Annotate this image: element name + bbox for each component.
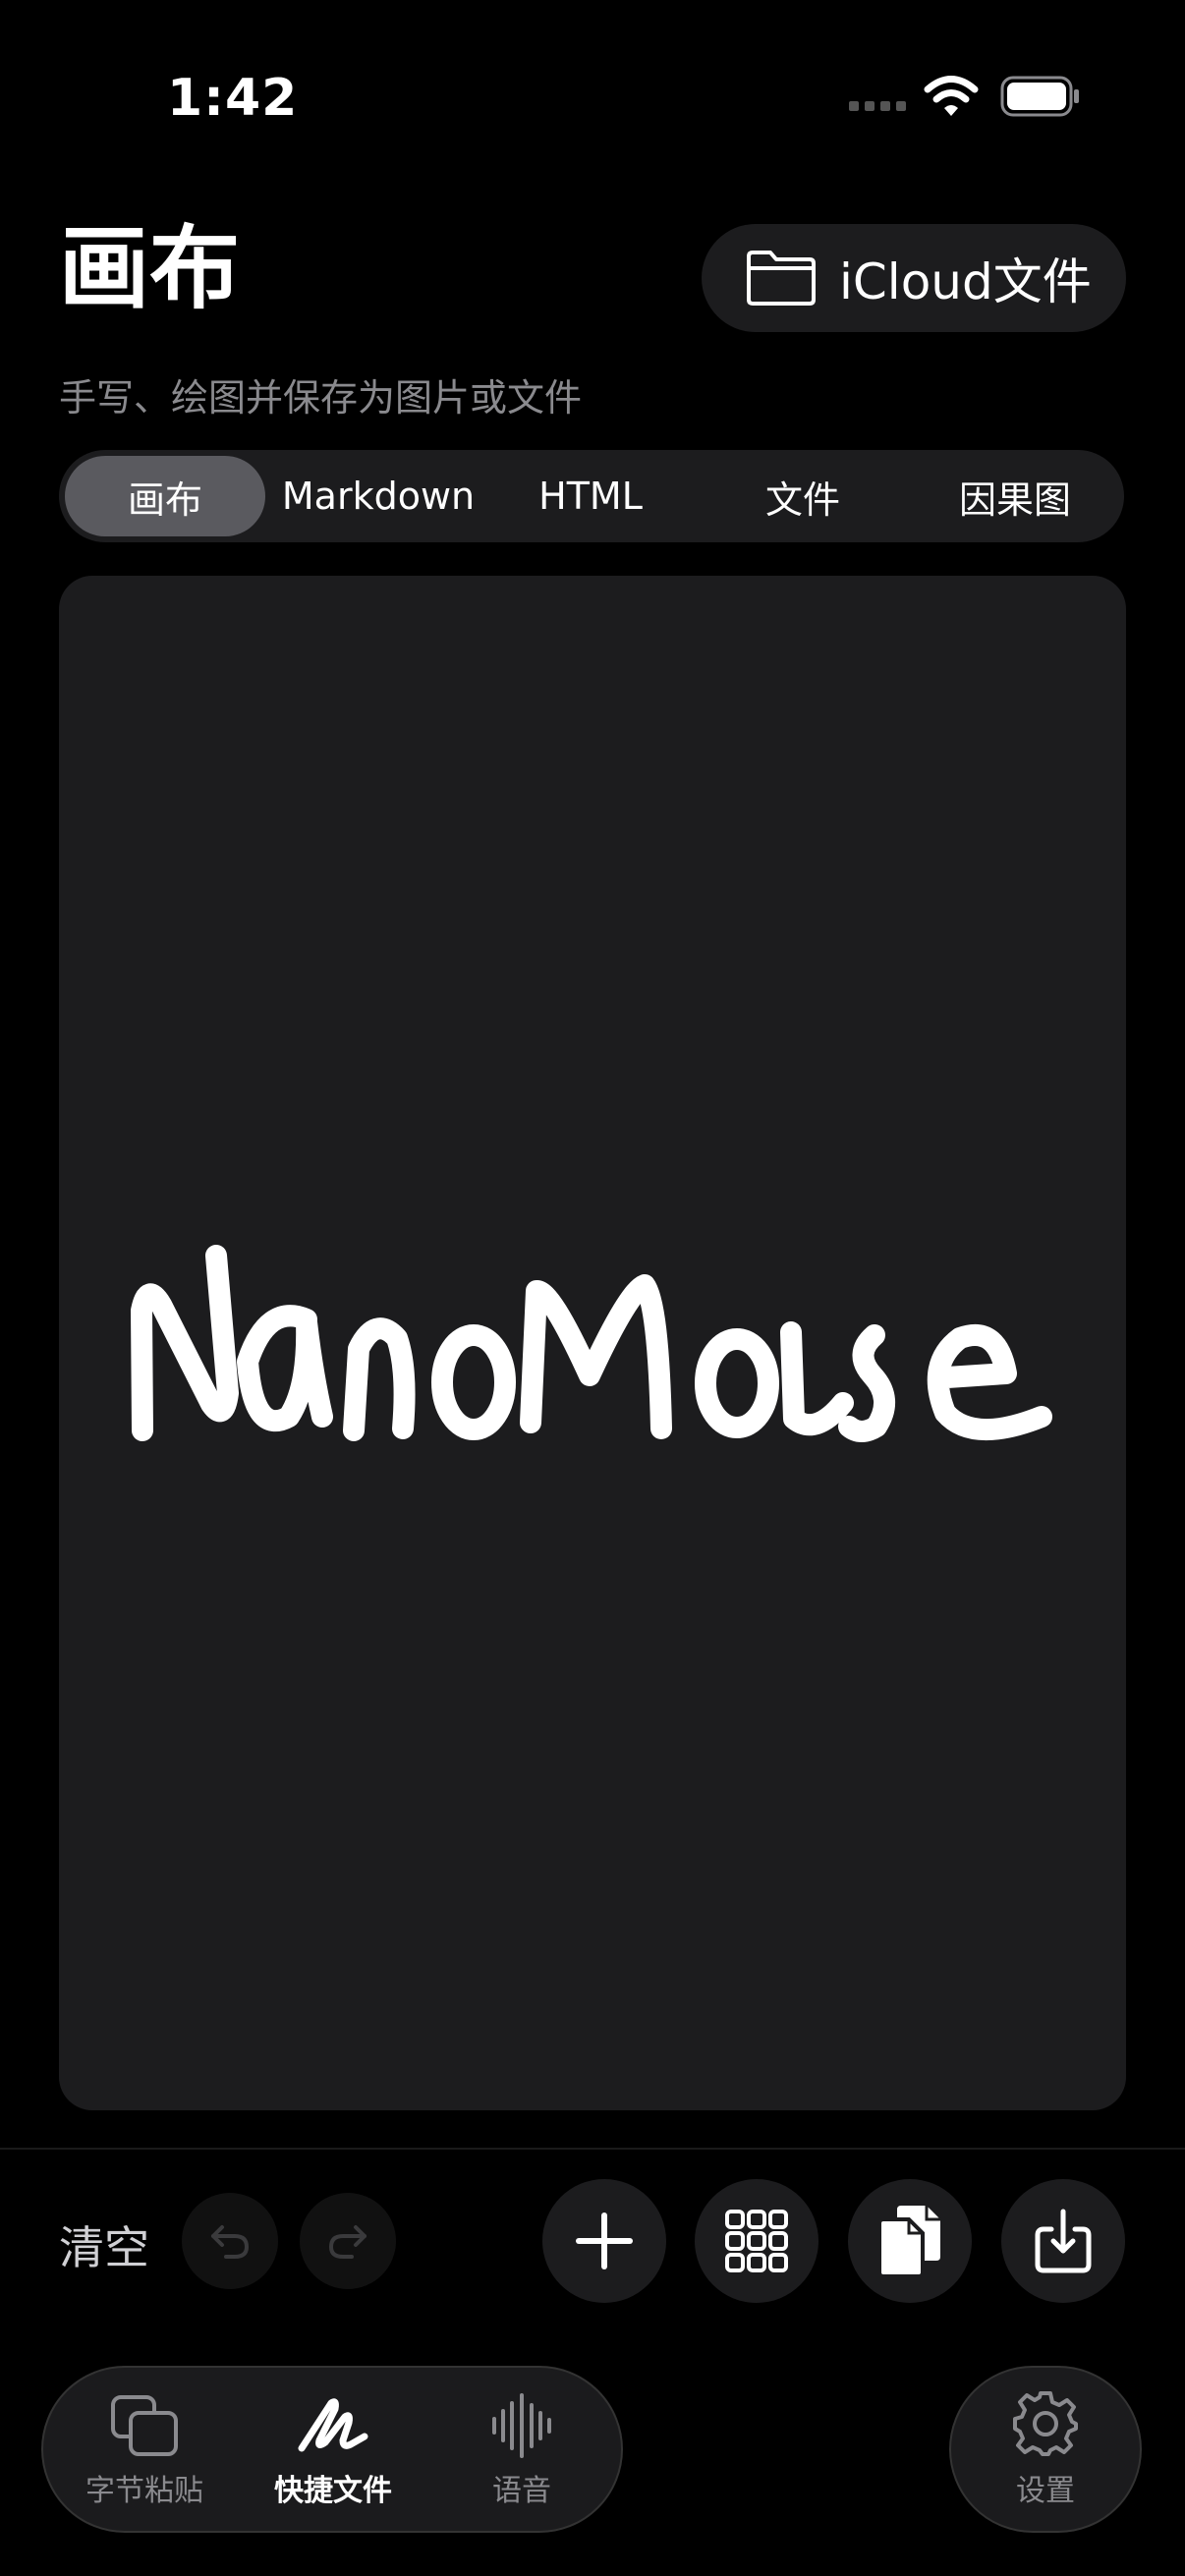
tab-quick-file[interactable]: 快捷文件 (240, 2368, 426, 2535)
scribble-icon (298, 2398, 368, 2452)
redo-icon (329, 2225, 367, 2259)
plus-icon (576, 2212, 633, 2269)
settings-label: 设置 (1016, 2474, 1075, 2508)
page-subtitle: 手写、绘图并保存为图片或文件 (59, 376, 583, 420)
status-time: 1:42 (167, 69, 299, 128)
undo-button[interactable] (182, 2193, 278, 2289)
segment-causal-graph[interactable]: 因果图 (912, 450, 1118, 542)
battery-icon (1000, 76, 1079, 117)
icloud-files-button[interactable]: iCloud文件 (702, 224, 1126, 332)
drawing-canvas[interactable] (59, 576, 1126, 2110)
tab-voice-label: 语音 (492, 2474, 551, 2508)
page-title: 画布 (59, 216, 241, 321)
mode-segmented-control: 画布 Markdown HTML 文件 因果图 (59, 450, 1124, 542)
folder-icon (747, 251, 816, 306)
grid-icon (725, 2210, 788, 2272)
toolbar-divider (0, 2148, 1185, 2150)
tab-byte-paste-label: 字节粘贴 (85, 2474, 203, 2508)
copy-squares-icon (111, 2395, 178, 2456)
settings-button[interactable]: 设置 (949, 2366, 1142, 2533)
segment-canvas[interactable]: 画布 (65, 450, 265, 542)
segment-html[interactable]: HTML (487, 450, 694, 542)
add-button[interactable] (542, 2179, 666, 2303)
grid-button[interactable] (695, 2179, 818, 2303)
icloud-files-label: iCloud文件 (839, 253, 1092, 310)
tab-quick-file-label: 快捷文件 (274, 2474, 392, 2508)
handwritten-drawing (131, 1245, 1052, 1442)
save-download-button[interactable] (1001, 2179, 1125, 2303)
cellular-signal-icon (849, 101, 906, 111)
redo-button[interactable] (300, 2193, 396, 2289)
gear-icon (1013, 2391, 1078, 2456)
tab-voice[interactable]: 语音 (428, 2368, 615, 2535)
segment-file[interactable]: 文件 (700, 450, 906, 542)
segment-markdown[interactable]: Markdown (275, 450, 481, 542)
clear-button[interactable]: 清空 (59, 2212, 149, 2277)
wifi-icon (924, 76, 979, 116)
waveform-icon (492, 2393, 551, 2458)
copy-icon (877, 2206, 940, 2278)
tab-byte-paste[interactable]: 字节粘贴 (51, 2368, 238, 2535)
download-icon (1035, 2209, 1092, 2273)
undo-icon (211, 2225, 249, 2259)
bottom-tab-bar: 字节粘贴 快捷文件 语音 (41, 2366, 623, 2533)
copy-button[interactable] (848, 2179, 972, 2303)
